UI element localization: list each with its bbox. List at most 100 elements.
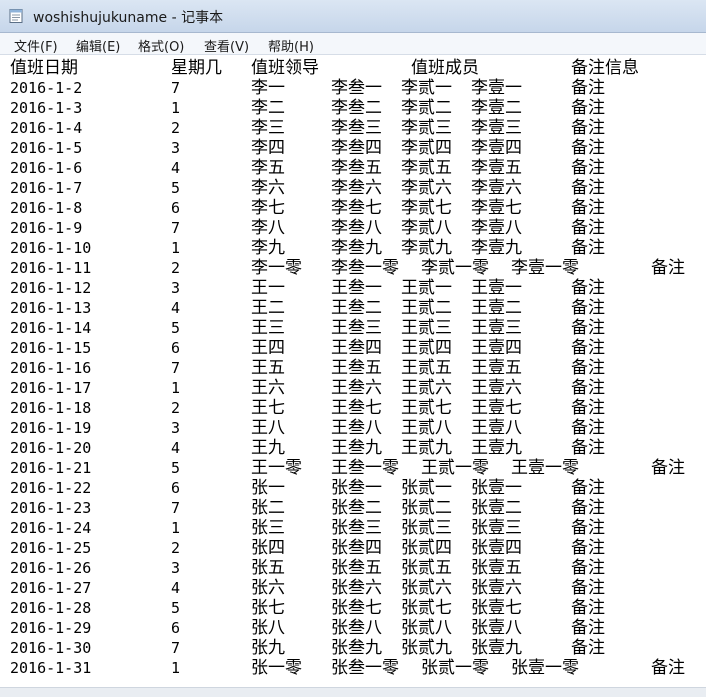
member-name: 王贰七 — [401, 398, 452, 418]
member-name: 王叁一零 — [331, 458, 399, 478]
weekday-value: 2 — [171, 119, 181, 137]
member-name: 张叁七 — [331, 598, 382, 618]
member-name: 王贰一零 — [421, 458, 489, 478]
member-name: 王叁八 — [331, 418, 382, 438]
title-bar[interactable]: woshishujukuname - 记事本 — [0, 0, 706, 33]
header-notes: 备注信息 — [571, 58, 639, 78]
text-line: 2016-1-27 4 张六 张叁六 张贰六 张壹六 备注 — [0, 578, 706, 598]
text-line: 2016-1-8 6 李七 李叁七 李贰七 李壹七 备注 — [0, 198, 706, 218]
weekday-value: 4 — [171, 159, 181, 177]
member-name: 张叁六 — [331, 578, 382, 598]
menu-view[interactable]: 查看(V) — [204, 36, 249, 55]
weekday-value: 7 — [171, 79, 181, 97]
date-value: 2016-1-28 — [10, 599, 92, 617]
member-name: 张壹三 — [471, 518, 522, 538]
weekday-value: 6 — [171, 479, 181, 497]
date-value: 2016-1-22 — [10, 479, 92, 497]
leader-name: 王三 — [251, 318, 285, 338]
weekday-value: 2 — [171, 539, 181, 557]
member-name: 李壹三 — [471, 118, 522, 138]
member-name: 王壹八 — [471, 418, 522, 438]
note-value: 备注 — [571, 178, 605, 198]
member-name: 李叁八 — [331, 218, 382, 238]
date-value: 2016-1-29 — [10, 619, 92, 637]
header-weekday: 星期几 — [171, 58, 222, 78]
date-value: 2016-1-11 — [10, 259, 92, 277]
leader-name: 张四 — [251, 538, 285, 558]
member-name: 李叁九 — [331, 238, 382, 258]
date-value: 2016-1-19 — [10, 419, 92, 437]
weekday-value: 3 — [171, 419, 181, 437]
text-line: 2016-1-17 1 王六 王叁六 王贰六 王壹六 备注 — [0, 378, 706, 398]
member-name: 张贰一零 — [421, 658, 489, 678]
note-value: 备注 — [571, 418, 605, 438]
date-value: 2016-1-21 — [10, 459, 92, 477]
menu-help[interactable]: 帮助(H) — [268, 36, 314, 55]
date-value: 2016-1-25 — [10, 539, 92, 557]
text-line: 2016-1-21 5 王一零 王叁一零 王贰一零 王壹一零 备注 — [0, 458, 706, 478]
weekday-value: 6 — [171, 619, 181, 637]
weekday-value: 1 — [171, 239, 181, 257]
member-name: 李壹二 — [471, 98, 522, 118]
text-line: 2016-1-28 5 张七 张叁七 张贰七 张壹七 备注 — [0, 598, 706, 618]
member-name: 王壹六 — [471, 378, 522, 398]
note-value: 备注 — [571, 578, 605, 598]
member-name: 李叁二 — [331, 98, 382, 118]
leader-name: 李八 — [251, 218, 285, 238]
note-value: 备注 — [571, 338, 605, 358]
member-name: 李贰三 — [401, 118, 452, 138]
note-value: 备注 — [571, 618, 605, 638]
member-name: 李叁五 — [331, 158, 382, 178]
member-name: 张叁四 — [331, 538, 382, 558]
member-name: 王壹三 — [471, 318, 522, 338]
member-name: 李贰九 — [401, 238, 452, 258]
weekday-value: 1 — [171, 659, 181, 677]
member-name: 张壹六 — [471, 578, 522, 598]
weekday-value: 1 — [171, 519, 181, 537]
weekday-value: 2 — [171, 259, 181, 277]
weekday-value: 7 — [171, 219, 181, 237]
text-line: 2016-1-26 3 张五 张叁五 张贰五 张壹五 备注 — [0, 558, 706, 578]
date-value: 2016-1-2 — [10, 79, 83, 97]
menu-bar: 文件(F) 编辑(E) 格式(O) 查看(V) 帮助(H) — [0, 33, 706, 55]
date-value: 2016-1-31 — [10, 659, 92, 677]
leader-name: 张八 — [251, 618, 285, 638]
text-line: 2016-1-18 2 王七 王叁七 王贰七 王壹七 备注 — [0, 398, 706, 418]
member-name: 张贰八 — [401, 618, 452, 638]
horizontal-scrollbar[interactable] — [0, 687, 706, 697]
date-value: 2016-1-7 — [10, 179, 83, 197]
leader-name: 李五 — [251, 158, 285, 178]
member-name: 张贰九 — [401, 638, 452, 658]
member-name: 李壹七 — [471, 198, 522, 218]
menu-format[interactable]: 格式(O) — [138, 36, 184, 55]
text-line: 2016-1-19 3 王八 王叁八 王贰八 王壹八 备注 — [0, 418, 706, 438]
member-name: 李贰一零 — [421, 258, 489, 278]
date-value: 2016-1-24 — [10, 519, 92, 537]
member-name: 王叁六 — [331, 378, 382, 398]
member-name: 张贰二 — [401, 498, 452, 518]
date-value: 2016-1-18 — [10, 399, 92, 417]
text-line: 2016-1-6 4 李五 李叁五 李贰五 李壹五 备注 — [0, 158, 706, 178]
text-line: 2016-1-31 1 张一零 张叁一零 张贰一零 张壹一零 备注 — [0, 658, 706, 678]
text-line: 2016-1-10 1 李九 李叁九 李贰九 李壹九 备注 — [0, 238, 706, 258]
note-value: 备注 — [571, 398, 605, 418]
weekday-value: 3 — [171, 559, 181, 577]
member-name: 王贰九 — [401, 438, 452, 458]
date-value: 2016-1-9 — [10, 219, 83, 237]
member-name: 张叁八 — [331, 618, 382, 638]
date-value: 2016-1-13 — [10, 299, 92, 317]
date-value: 2016-1-6 — [10, 159, 83, 177]
header-members: 值班成员 — [411, 58, 479, 78]
menu-edit[interactable]: 编辑(E) — [76, 36, 120, 55]
member-name: 李贰六 — [401, 178, 452, 198]
member-name: 李叁六 — [331, 178, 382, 198]
text-editor-area[interactable]: 值班日期 星期几 值班领导 值班成员 备注信息 2016-1-2 7 李一 李叁一 李贰… — [0, 55, 706, 687]
member-name: 李壹九 — [471, 238, 522, 258]
date-value: 2016-1-14 — [10, 319, 92, 337]
menu-file[interactable]: 文件(F) — [14, 36, 58, 55]
member-name: 王叁五 — [331, 358, 382, 378]
text-line: 2016-1-3 1 李二 李叁二 李贰二 李壹二 备注 — [0, 98, 706, 118]
member-name: 张壹七 — [471, 598, 522, 618]
weekday-value: 3 — [171, 139, 181, 157]
member-name: 张贰七 — [401, 598, 452, 618]
